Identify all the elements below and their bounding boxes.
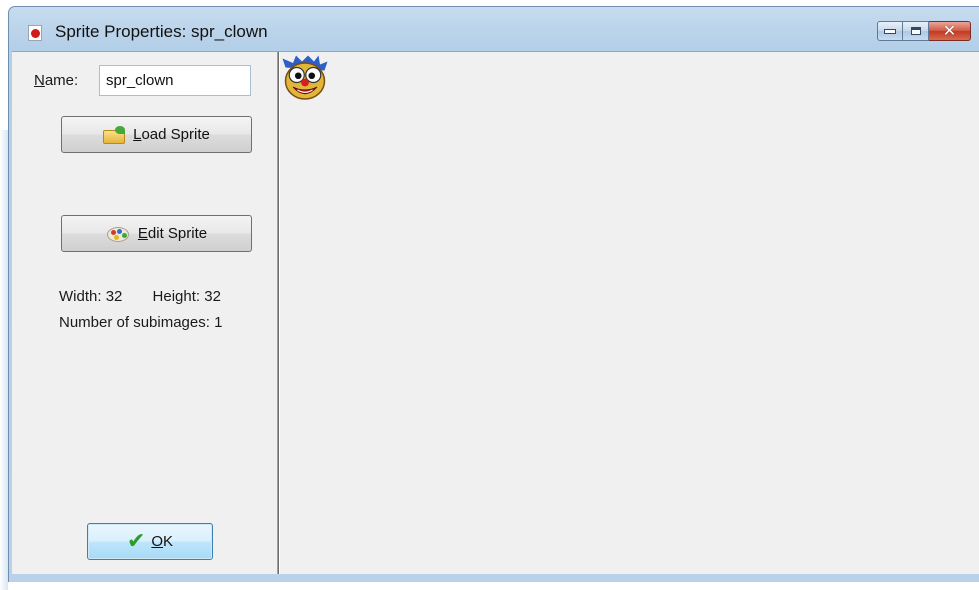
maximize-icon <box>910 27 921 35</box>
minimize-button[interactable] <box>877 21 903 41</box>
background-window-edge <box>0 130 8 590</box>
height-value: 32 <box>204 288 221 305</box>
checkmark-icon: ✔ <box>126 528 146 554</box>
close-icon: ✕ <box>942 21 957 40</box>
app-icon[interactable] <box>28 25 42 41</box>
width-value: 32 <box>105 288 123 305</box>
subimages-info: Number of subimages: 1 <box>59 314 222 331</box>
caption-buttons: ✕ <box>877 21 971 41</box>
ok-label: OK <box>151 533 174 550</box>
width-label: Width: <box>59 288 102 305</box>
properties-panel: Name: Load Sprite Edit Sprite Width: 32 … <box>12 52 277 574</box>
close-button[interactable]: ✕ <box>929 21 971 41</box>
palette-icon <box>106 225 132 243</box>
edit-sprite-button[interactable]: Edit Sprite <box>61 215 252 252</box>
window-title: Sprite Properties: spr_clown <box>55 22 268 41</box>
edit-sprite-label: Edit Sprite <box>137 225 208 242</box>
title-bar[interactable]: Sprite Properties: spr_clown ✕ <box>9 7 979 53</box>
sprite-properties-window: Sprite Properties: spr_clown ✕ Name: Loa… <box>8 6 979 582</box>
folder-open-icon <box>103 125 127 144</box>
subimages-value: 1 <box>214 314 223 331</box>
name-label: Name: <box>34 72 79 89</box>
load-sprite-button[interactable]: Load Sprite <box>61 116 252 153</box>
height-label: Height: <box>152 288 201 305</box>
clown-face-sprite <box>282 55 328 100</box>
name-input[interactable] <box>99 65 251 96</box>
sprite-dimensions: Width: 32 Height: 32 <box>59 288 221 305</box>
subimages-label: Number of subimages: <box>59 314 210 331</box>
sprite-preview-area <box>280 52 979 574</box>
client-area: Name: Load Sprite Edit Sprite Width: 32 … <box>12 51 979 574</box>
maximize-button[interactable] <box>903 21 929 41</box>
minimize-icon <box>884 28 896 34</box>
ok-button[interactable]: ✔ OK <box>87 523 213 560</box>
load-sprite-label: Load Sprite <box>133 126 210 143</box>
